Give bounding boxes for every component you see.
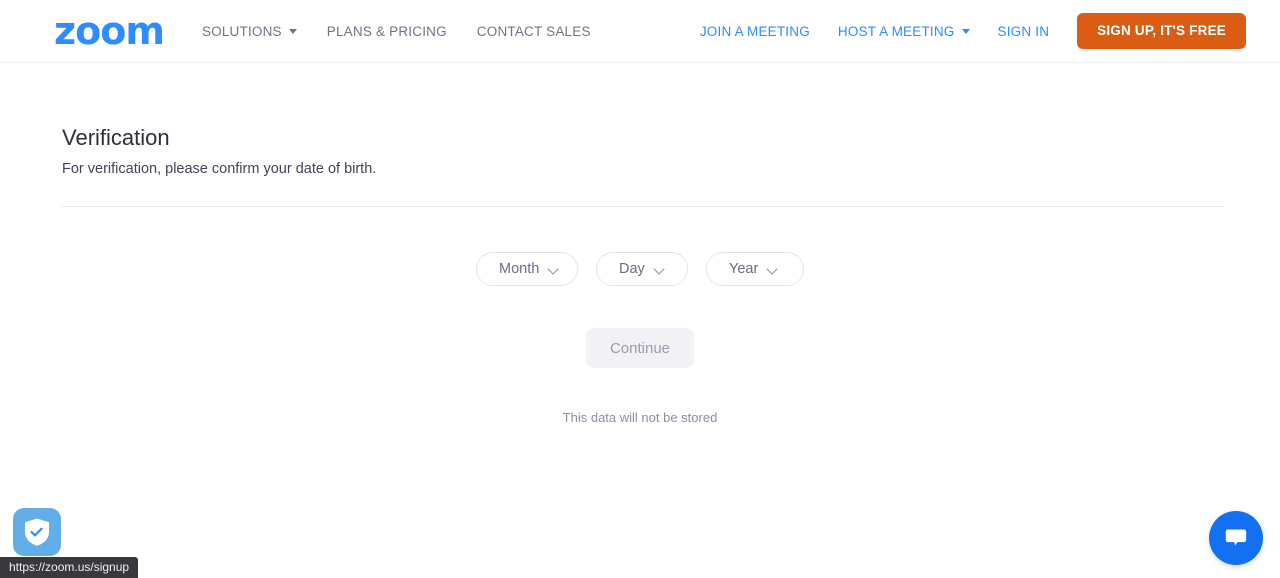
year-select-label: Year bbox=[707, 261, 768, 277]
nav-item-sign-in[interactable]: SIGN IN bbox=[998, 24, 1050, 39]
month-select[interactable]: Month bbox=[476, 252, 578, 286]
nav-item-solutions[interactable]: SOLUTIONS bbox=[202, 24, 297, 39]
chat-widget-button[interactable] bbox=[1209, 511, 1263, 565]
trust-badge[interactable] bbox=[13, 508, 61, 556]
chevron-down-icon bbox=[962, 29, 970, 34]
nav-item-sign-in-label: SIGN IN bbox=[998, 24, 1050, 39]
secondary-nav: JOIN A MEETING HOST A MEETING SIGN IN SI… bbox=[700, 13, 1246, 49]
site-header: zoom SOLUTIONS PLANS & PRICING CONTACT S… bbox=[0, 0, 1280, 63]
nav-item-join-a-meeting-label: JOIN A MEETING bbox=[700, 24, 810, 39]
nav-item-plans-pricing-label: PLANS & PRICING bbox=[327, 24, 447, 39]
chevron-down-icon bbox=[289, 29, 297, 34]
chevron-down-icon bbox=[768, 264, 778, 274]
main-content: Verification For verification, please co… bbox=[0, 63, 1280, 425]
browser-status-bar: https://zoom.us/signup bbox=[0, 557, 138, 578]
chevron-down-icon bbox=[655, 264, 665, 274]
date-of-birth-form: Month Day Year bbox=[0, 252, 1280, 286]
nav-item-plans-pricing[interactable]: PLANS & PRICING bbox=[327, 24, 447, 39]
chevron-down-icon bbox=[549, 264, 559, 274]
continue-row: Continue bbox=[0, 328, 1280, 368]
nav-item-join-a-meeting[interactable]: JOIN A MEETING bbox=[700, 24, 810, 39]
nav-item-solutions-label: SOLUTIONS bbox=[202, 24, 282, 39]
page-title: Verification bbox=[62, 125, 1280, 151]
section-divider bbox=[62, 206, 1224, 207]
primary-nav: SOLUTIONS PLANS & PRICING CONTACT SALES bbox=[202, 24, 591, 39]
nav-item-contact-sales-label: CONTACT SALES bbox=[477, 24, 591, 39]
day-select-label: Day bbox=[597, 261, 655, 277]
nav-item-host-a-meeting[interactable]: HOST A MEETING bbox=[838, 24, 970, 39]
chat-bubble-icon bbox=[1224, 527, 1248, 549]
page-subtitle: For verification, please confirm your da… bbox=[62, 160, 1280, 179]
day-select[interactable]: Day bbox=[596, 252, 688, 286]
month-select-label: Month bbox=[477, 261, 549, 277]
nav-item-host-a-meeting-label: HOST A MEETING bbox=[838, 24, 955, 39]
nav-item-contact-sales[interactable]: CONTACT SALES bbox=[477, 24, 591, 39]
shield-check-icon bbox=[23, 517, 51, 547]
verification-header: Verification For verification, please co… bbox=[0, 63, 1280, 179]
continue-button[interactable]: Continue bbox=[586, 328, 694, 368]
privacy-note: This data will not be stored bbox=[0, 410, 1280, 425]
year-select[interactable]: Year bbox=[706, 252, 804, 286]
page-root: zoom SOLUTIONS PLANS & PRICING CONTACT S… bbox=[0, 0, 1280, 578]
zoom-logo[interactable]: zoom bbox=[54, 12, 164, 50]
sign-up-button[interactable]: SIGN UP, IT'S FREE bbox=[1077, 13, 1246, 49]
